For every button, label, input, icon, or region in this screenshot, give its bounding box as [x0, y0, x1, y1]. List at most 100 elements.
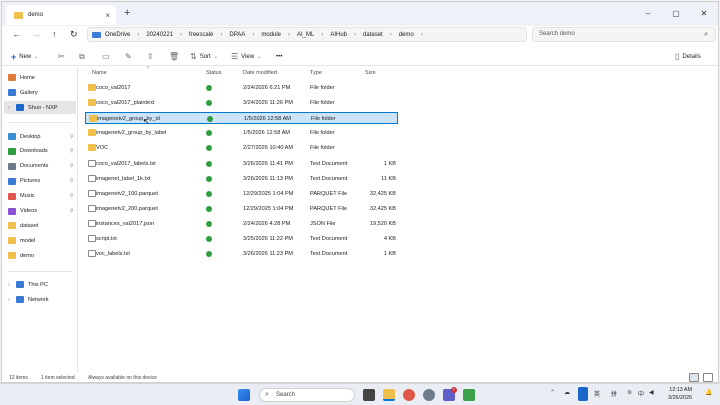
column-header-status[interactable]: Status — [206, 67, 222, 79]
tiles-view-icon[interactable] — [703, 373, 713, 382]
pin-icon[interactable]: ⚲ — [70, 148, 74, 154]
sidebar-item-downloads[interactable]: Downloads ⚲ — [8, 145, 74, 158]
breadcrumb-item[interactable]: demo — [399, 32, 414, 38]
sidebar-item-network[interactable]: › Network — [8, 293, 49, 306]
view-button[interactable]: ☰ View ⌄ — [231, 50, 261, 63]
sidebar-item-shuo-nxp[interactable]: › Shuo - NXP — [4, 101, 76, 114]
forward-button[interactable]: → — [32, 29, 41, 39]
pin-icon[interactable]: ⚲ — [70, 134, 74, 140]
minimize-button[interactable]: – — [634, 2, 662, 26]
sidebar-item-model[interactable]: model — [8, 234, 35, 247]
paste-icon[interactable]: ▭ — [102, 50, 110, 63]
back-button[interactable]: ← — [12, 29, 21, 39]
details-button[interactable]: ▯ Details — [675, 50, 701, 63]
file-row[interactable]: instances_val2017.json 2/24/2026 4:28 PM J… — [85, 218, 398, 230]
expand-chevron-icon[interactable]: › — [8, 282, 12, 288]
search-input[interactable]: Search demo ⌕ — [532, 27, 716, 42]
chevron-up-icon[interactable]: ⌃ — [550, 389, 555, 396]
maximize-button[interactable]: ▢ — [662, 2, 690, 26]
file-row[interactable]: coco_val2017_plaintext 3/24/2026 11:26 PM… — [85, 97, 398, 109]
cloud-sync-icon[interactable]: ☁ — [564, 389, 570, 396]
file-row[interactable]: coco_val2017 2/24/2026 6:21 PM File folder — [85, 82, 398, 94]
breadcrumb-separator-icon[interactable]: › — [321, 32, 323, 38]
taskbar-search[interactable]: ⌕ Search — [259, 388, 355, 402]
breadcrumb-item[interactable]: AI_ML — [297, 32, 314, 38]
expand-chevron-icon[interactable]: › — [8, 297, 12, 303]
sidebar-item-demo[interactable]: demo — [8, 249, 34, 262]
file-explorer-icon[interactable] — [383, 389, 395, 401]
breadcrumb-item[interactable]: module — [261, 32, 281, 38]
pin-icon[interactable]: ⚲ — [70, 178, 74, 184]
column-header-date[interactable]: Date modified — [243, 67, 277, 79]
rename-icon[interactable]: ✎ — [125, 50, 132, 63]
windows-start-icon[interactable] — [238, 389, 250, 401]
file-row[interactable]: imagenetv2_100.parquet 12/29/2025 1:04 PM… — [85, 188, 398, 200]
chrome-icon[interactable] — [403, 389, 415, 401]
breadcrumb-separator-icon[interactable]: › — [288, 32, 290, 38]
pin-icon[interactable]: ⚲ — [70, 163, 74, 169]
breadcrumb-item[interactable]: AIHub — [330, 32, 347, 38]
microphone-icon[interactable] — [578, 387, 588, 401]
file-row[interactable]: voc_labels.txt 3/26/2026 11:23 PM Text Doc… — [85, 248, 398, 260]
file-row[interactable]: VOC 2/27/2026 10:40 AM File folder — [85, 142, 398, 154]
breadcrumb-separator-icon[interactable]: › — [421, 32, 423, 38]
breadcrumb-separator-icon[interactable]: › — [390, 32, 392, 38]
sidebar-item-music[interactable]: Music ⚲ — [8, 190, 74, 203]
wifi-icon[interactable]: ≋ — [627, 389, 632, 396]
breadcrumb-item[interactable]: DPAA — [229, 32, 245, 38]
file-row[interactable]: imagenetv2_200.parquet 12/29/2025 1:04 PM… — [85, 203, 398, 215]
system-clock[interactable]: 12:13 AM 3/26/2026 — [668, 386, 692, 402]
pin-icon[interactable]: ⚲ — [70, 208, 74, 214]
task-view-icon[interactable] — [363, 389, 375, 401]
tab-demo[interactable]: demo × — [6, 5, 116, 25]
file-row[interactable]: imagenetv2_group_by_label 1/5/2026 12:58 … — [85, 127, 398, 139]
notifications-bell-icon[interactable]: 🔔 — [705, 389, 712, 396]
sort-button[interactable]: ⇅ Sort ⌄ — [190, 50, 218, 63]
file-row[interactable]: script.txt 3/25/2026 11:22 PM Text Documen… — [85, 233, 398, 245]
breadcrumb-separator-icon[interactable]: › — [354, 32, 356, 38]
volume-icon[interactable]: ◀ — [649, 389, 654, 396]
breadcrumb-item[interactable]: freescale — [189, 32, 213, 38]
sidebar-item-videos[interactable]: Videos ⚲ — [8, 205, 74, 218]
more-options-button[interactable]: ••• — [276, 50, 282, 63]
column-header-size[interactable]: Size — [365, 67, 376, 79]
breadcrumb[interactable]: OneDrive › 20240221 › freescale › DPAA › module ›… — [87, 27, 527, 42]
breadcrumb-item[interactable]: 20240221 — [146, 32, 173, 38]
breadcrumb-item[interactable]: OneDrive — [105, 32, 130, 38]
cut-icon[interactable]: ✂ — [58, 50, 65, 63]
close-window-button[interactable]: ✕ — [690, 2, 718, 26]
ime-english-indicator[interactable]: 英 — [594, 389, 600, 398]
settings-gear-icon[interactable] — [423, 389, 435, 401]
up-button[interactable]: ↑ — [52, 29, 57, 39]
copy-icon[interactable]: ⧉ — [79, 50, 85, 63]
sidebar-item-documents[interactable]: Documents ⚲ — [8, 160, 74, 173]
breadcrumb-item[interactable]: dataset — [363, 32, 383, 38]
breadcrumb-separator-icon[interactable]: › — [220, 32, 222, 38]
new-tab-button[interactable]: + — [124, 7, 130, 19]
new-button[interactable]: + New ⌄ — [11, 50, 38, 63]
sidebar-item-home[interactable]: Home — [8, 71, 35, 84]
breadcrumb-separator-icon[interactable]: › — [252, 32, 254, 38]
app-icon[interactable] — [463, 389, 475, 401]
details-view-icon[interactable] — [689, 373, 699, 382]
column-header-name[interactable]: Name — [92, 67, 107, 79]
delete-icon[interactable]: 🗑 — [169, 50, 179, 63]
share-icon[interactable]: ⇪ — [147, 50, 154, 63]
file-row[interactable]: imagenetv2_group_by_id 1/5/2026 12:58 AM F… — [85, 112, 398, 125]
sidebar-item-this-pc[interactable]: › This PC — [8, 278, 48, 291]
breadcrumb-separator-icon[interactable]: › — [180, 32, 182, 38]
ime-pinyin-indicator[interactable]: 拼 — [611, 389, 617, 398]
file-row[interactable]: coco_val2017_labels.txt 3/26/2026 11:41 P… — [85, 158, 398, 170]
ime-chinese-indicator[interactable]: 中 — [638, 389, 644, 398]
tab-close-icon[interactable]: × — [105, 11, 110, 20]
pin-icon[interactable]: ⚲ — [70, 193, 74, 199]
expand-chevron-icon[interactable]: › — [8, 105, 12, 111]
sidebar-item-dataset[interactable]: dataset — [8, 219, 38, 232]
sidebar-item-desktop[interactable]: Desktop ⚲ — [8, 130, 74, 143]
refresh-button[interactable]: ↻ — [70, 29, 78, 40]
sidebar-item-pictures[interactable]: Pictures ⚲ — [8, 175, 74, 188]
column-header-type[interactable]: Type — [310, 67, 322, 79]
breadcrumb-separator-icon[interactable]: › — [137, 32, 139, 38]
file-row[interactable]: imagenet_label_1k.txt 3/26/2026 11:13 PM T… — [85, 173, 398, 185]
sidebar-item-gallery[interactable]: Gallery — [8, 86, 38, 99]
